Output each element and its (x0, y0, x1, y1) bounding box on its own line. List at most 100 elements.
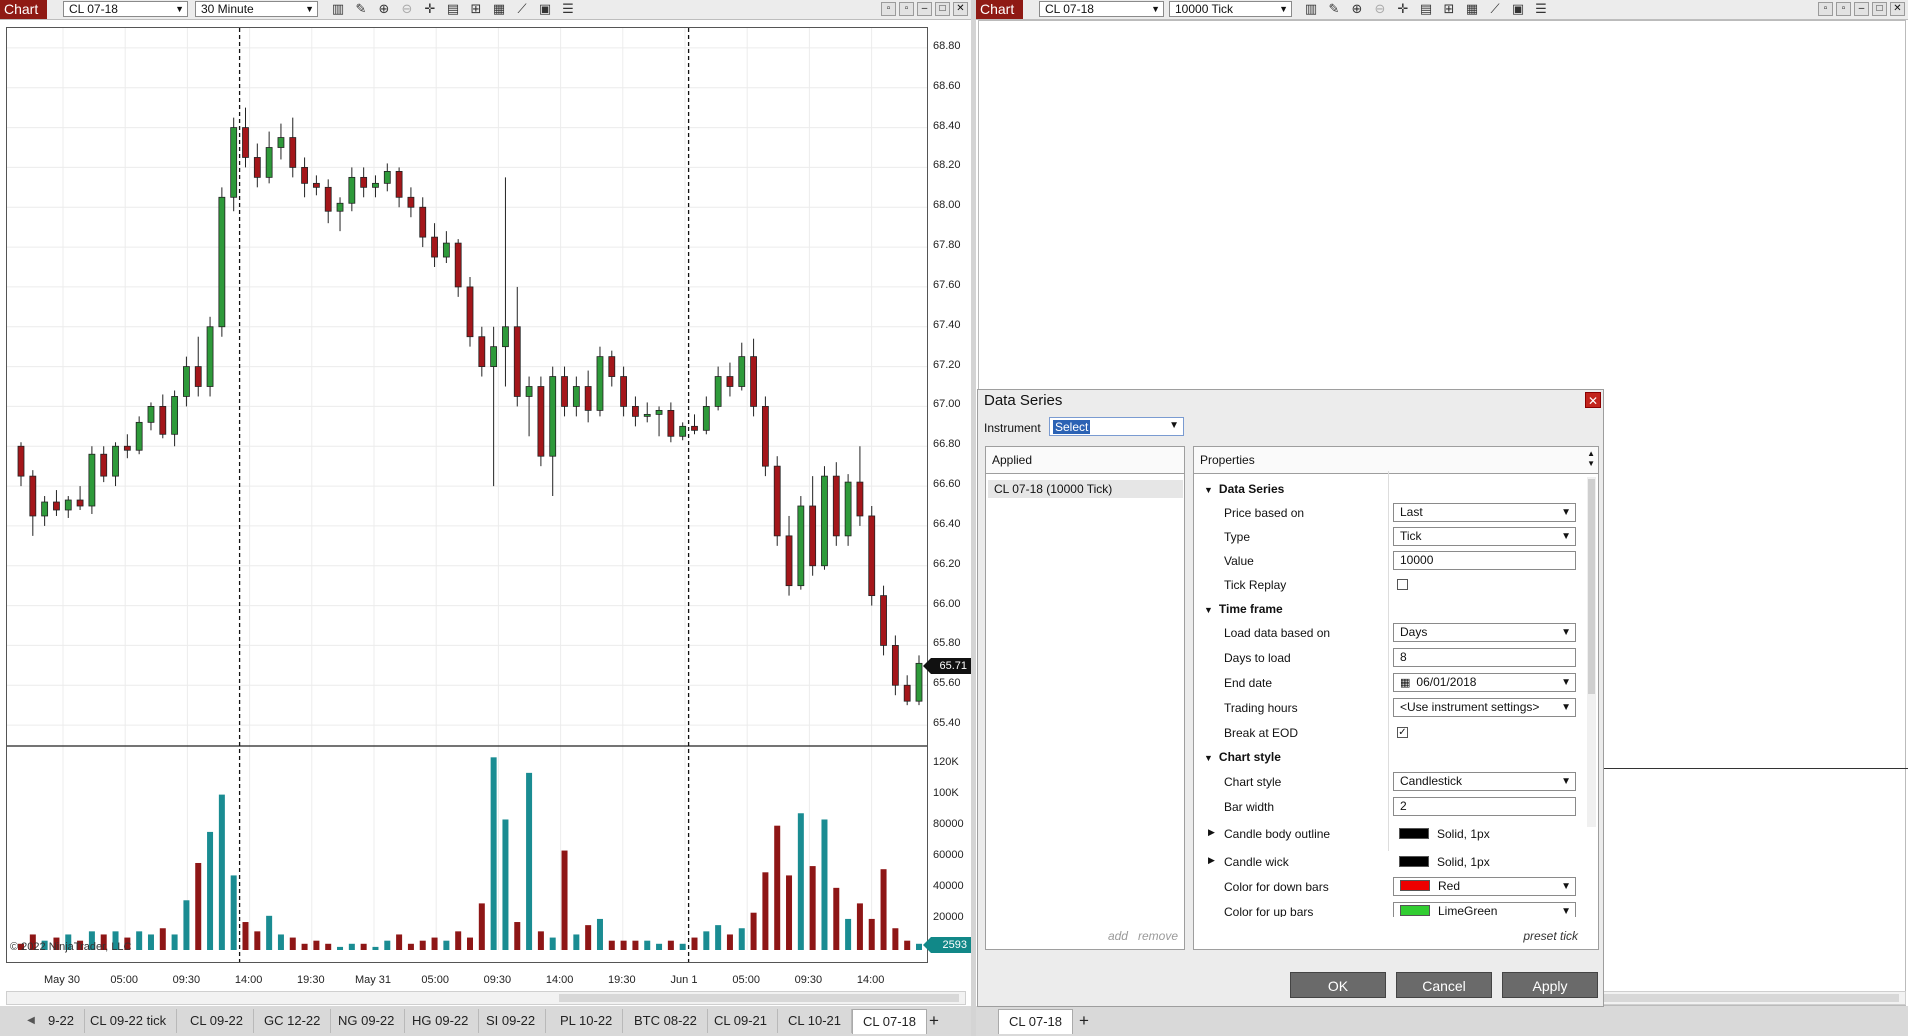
drawing-tool-icon[interactable]: ✎ (1325, 1, 1343, 17)
apply-button[interactable]: Apply (1502, 972, 1598, 998)
properties-scrollbar[interactable] (1587, 477, 1596, 827)
preset-link[interactable]: preset tick (1523, 929, 1578, 943)
bar-type-icon[interactable]: ▥ (1302, 1, 1320, 17)
drawing-tool-icon[interactable]: ✎ (352, 1, 370, 17)
crosshair-icon[interactable]: ✛ (1394, 1, 1412, 17)
tick-replay-checkbox[interactable] (1397, 579, 1408, 590)
strategies-icon[interactable]: ▣ (536, 1, 554, 17)
templates-icon[interactable]: ⊞ (1440, 1, 1458, 17)
candle-body (383, 170, 391, 184)
volume-bar (632, 940, 639, 950)
chart-style-select[interactable]: Candlestick (1393, 772, 1576, 791)
days-to-load-input[interactable]: 8 (1393, 648, 1576, 667)
minimize-button[interactable]: – (1854, 2, 1869, 16)
data-series-icon[interactable]: ▦ (490, 1, 508, 17)
tab-scroll-left-icon[interactable]: ◀ (24, 1009, 38, 1033)
price-based-on-select[interactable]: Last (1393, 503, 1576, 522)
scrollbar-thumb[interactable] (559, 994, 959, 1002)
tab-hg-09-22[interactable]: HG 09-22 (402, 1009, 480, 1033)
float-icon[interactable]: ▫ (899, 2, 914, 16)
properties-icon[interactable]: ☰ (559, 1, 577, 17)
data-box-icon[interactable]: ▤ (444, 1, 462, 17)
instrument-selector-value: CL 07-18 (69, 2, 118, 16)
tab-cl-07-18[interactable]: CL 07-18 (998, 1009, 1073, 1034)
maximize-button[interactable]: □ (935, 2, 950, 16)
volume-bar (455, 931, 462, 950)
tab-pl-10-22[interactable]: PL 10-22 (550, 1009, 624, 1033)
prop-candle-body-outline[interactable]: ▶ Candle body outline Solid, 1px (1194, 822, 1584, 846)
tab-si-09-22[interactable]: SI 09-22 (476, 1009, 547, 1033)
data-series-icon[interactable]: ▦ (1463, 1, 1481, 17)
bar-width-input[interactable]: 2 (1393, 797, 1576, 816)
tile-icon[interactable]: ▫ (881, 2, 896, 16)
applied-panel: Applied CL 07-18 (10000 Tick) add remove (985, 446, 1185, 950)
properties-icon[interactable]: ☰ (1532, 1, 1550, 17)
zoom-out-icon[interactable]: ⊖ (398, 1, 416, 17)
interval-selector[interactable]: 10000 Tick ▼ (1169, 1, 1292, 17)
instrument-select[interactable]: Select ▼ (1049, 417, 1184, 436)
strategies-icon[interactable]: ▣ (1509, 1, 1527, 17)
zoom-out-icon[interactable]: ⊖ (1371, 1, 1389, 17)
color-up-select[interactable]: LimeGreen (1393, 902, 1576, 917)
color-down-select[interactable]: Red (1393, 877, 1576, 896)
volume-bar (431, 937, 438, 950)
instrument-selector[interactable]: CL 07-18 ▼ (63, 1, 188, 17)
scrollbar-thumb[interactable] (1588, 479, 1595, 694)
tab-ng-09-22[interactable]: NG 09-22 (328, 1009, 406, 1033)
zoom-in-icon[interactable]: ⊕ (375, 1, 393, 17)
tab-cl-09-22[interactable]: CL 09-22 (180, 1009, 254, 1033)
section-time-frame[interactable]: ▼ Time frame (1194, 597, 1584, 621)
crosshair-icon[interactable]: ✛ (421, 1, 439, 17)
add-link[interactable]: add (1108, 929, 1128, 943)
remove-link[interactable]: remove (1138, 929, 1178, 943)
candle-body-outline-value[interactable]: Solid, 1px (1399, 827, 1490, 841)
cancel-button[interactable]: Cancel (1396, 972, 1492, 998)
end-date-picker[interactable]: ▦ 06/01/2018 (1393, 673, 1576, 692)
tile-icon[interactable]: ▫ (1818, 2, 1833, 16)
zoom-in-icon[interactable]: ⊕ (1348, 1, 1366, 17)
tab-btc-08-22[interactable]: BTC 08-22 (624, 1009, 708, 1033)
sort-arrows-icon[interactable]: ▲ ▼ (1587, 449, 1595, 469)
section-chart-style[interactable]: ▼ Chart style (1194, 745, 1584, 769)
section-data-series[interactable]: ▼ Data Series (1194, 477, 1584, 501)
maximize-button[interactable]: □ (1872, 2, 1887, 16)
prop-candle-wick[interactable]: ▶ Candle wick Solid, 1px (1194, 850, 1584, 874)
dialog-close-button[interactable]: ✕ (1585, 392, 1601, 408)
close-button[interactable]: ✕ (953, 2, 968, 16)
break-at-eod-checkbox[interactable]: ✓ (1397, 727, 1408, 738)
instrument-selector[interactable]: CL 07-18 ▼ (1039, 1, 1164, 17)
candle-body (643, 413, 651, 417)
minimize-button[interactable]: – (917, 2, 932, 16)
chart-menu-button[interactable]: Chart (976, 0, 1023, 19)
tab-cl-09-21[interactable]: CL 09-21 (704, 1009, 778, 1033)
add-tab-icon[interactable]: + (1072, 1009, 1096, 1033)
value-input[interactable]: 10000 (1393, 551, 1576, 570)
close-button[interactable]: ✕ (1890, 2, 1905, 16)
price-axis[interactable]: 68.80 68.60 68.40 68.20 68.00 67.80 67.60 67.40… (929, 27, 971, 963)
prop-label: Candle body outline (1224, 827, 1331, 841)
ok-button[interactable]: OK (1290, 972, 1386, 998)
templates-icon[interactable]: ⊞ (467, 1, 485, 17)
add-tab-icon[interactable]: + (922, 1009, 946, 1033)
interval-selector[interactable]: 30 Minute ▼ (195, 1, 318, 17)
indicators-icon[interactable]: ⟋ (1486, 1, 1504, 17)
candle-wick-value[interactable]: Solid, 1px (1399, 855, 1490, 869)
tab-cl-09-22-tick[interactable]: CL 09-22 tick (80, 1009, 178, 1033)
chart-scrollbar[interactable] (6, 991, 966, 1005)
data-box-icon[interactable]: ▤ (1417, 1, 1435, 17)
tab-cl-07-18[interactable]: CL 07-18 (852, 1009, 927, 1034)
float-icon[interactable]: ▫ (1836, 2, 1851, 16)
expand-icon[interactable]: ▶ (1208, 855, 1215, 866)
tab-9-22[interactable]: 9-22 (38, 1009, 86, 1033)
bar-type-icon[interactable]: ▥ (329, 1, 347, 17)
type-select[interactable]: Tick (1393, 527, 1576, 546)
indicators-icon[interactable]: ⟋ (513, 1, 531, 17)
load-data-select[interactable]: Days (1393, 623, 1576, 642)
trading-hours-select[interactable]: <Use instrument settings> (1393, 698, 1576, 717)
tab-gc-12-22[interactable]: GC 12-22 (254, 1009, 332, 1033)
applied-series-item[interactable]: CL 07-18 (10000 Tick) (988, 480, 1183, 498)
chart-menu-button[interactable]: Chart (0, 0, 47, 19)
price-chart[interactable] (6, 27, 928, 963)
expand-icon[interactable]: ▶ (1208, 827, 1215, 838)
tab-cl-10-21[interactable]: CL 10-21 (778, 1009, 852, 1033)
